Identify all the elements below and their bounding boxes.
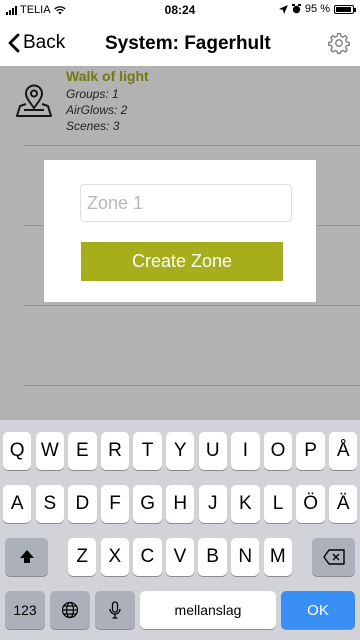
settings-button[interactable] [328, 32, 350, 59]
key-z[interactable]: Z [68, 538, 97, 576]
key-ä[interactable]: Ä [329, 485, 358, 523]
backspace-icon [322, 549, 345, 565]
key-n[interactable]: N [231, 538, 260, 576]
key-x[interactable]: X [100, 538, 129, 576]
globe-icon [61, 601, 79, 619]
key-m[interactable]: M [263, 538, 292, 576]
ok-key[interactable]: OK [281, 591, 355, 629]
back-label: Back [23, 32, 66, 53]
alarm-icon [291, 4, 301, 14]
status-bar: TELIA 08:24 95 % [0, 0, 360, 22]
key-p[interactable]: P [296, 432, 325, 470]
key-k[interactable]: K [231, 485, 260, 523]
key-ö[interactable]: Ö [296, 485, 325, 523]
space-key[interactable]: mellanslag [140, 591, 276, 629]
keyboard: QWERTYUIOPÅ ASDFGHJKLÖÄ ZXCVBNM 123 mell… [0, 420, 360, 640]
key-l[interactable]: L [263, 485, 293, 523]
key-å[interactable]: Å [329, 432, 358, 470]
status-right: 95 % [278, 3, 356, 15]
screen: TELIA 08:24 95 % Back System: Fagerhult … [0, 0, 360, 640]
key-b[interactable]: B [198, 538, 227, 576]
shift-arrow-icon [19, 550, 34, 563]
create-zone-button[interactable]: Create Zone [81, 242, 283, 281]
battery-icon [334, 4, 356, 14]
globe-key[interactable] [50, 591, 90, 629]
key-y[interactable]: Y [166, 432, 195, 470]
battery-fill [336, 6, 352, 12]
dictation-key[interactable] [95, 591, 135, 629]
key-s[interactable]: S [35, 485, 64, 523]
shift-key[interactable] [5, 538, 48, 576]
key-c[interactable]: C [133, 538, 162, 576]
key-d[interactable]: D [68, 485, 97, 523]
gear-icon [328, 32, 350, 54]
location-arrow-icon [278, 4, 288, 14]
nav-bar: Back System: Fagerhult [0, 22, 360, 68]
delete-key[interactable] [312, 538, 355, 576]
key-h[interactable]: H [166, 485, 195, 523]
key-g[interactable]: G [133, 485, 162, 523]
key-j[interactable]: J [198, 485, 227, 523]
key-a[interactable]: A [3, 485, 32, 523]
key-q[interactable]: Q [3, 432, 32, 470]
battery-percent: 95 % [304, 3, 330, 15]
key-w[interactable]: W [35, 432, 64, 470]
back-button[interactable]: Back [8, 32, 65, 54]
key-r[interactable]: R [100, 432, 130, 470]
key-t[interactable]: T [133, 432, 162, 470]
microphone-icon [109, 601, 121, 619]
create-zone-dialog: Create Zone [44, 160, 316, 302]
key-o[interactable]: O [263, 432, 293, 470]
key-v[interactable]: V [165, 538, 195, 576]
page-title: System: Fagerhult [105, 33, 271, 54]
zone-name-input[interactable] [80, 184, 292, 222]
key-e[interactable]: E [68, 432, 97, 470]
key-u[interactable]: U [198, 432, 227, 470]
numbers-key[interactable]: 123 [5, 591, 45, 629]
key-i[interactable]: I [231, 432, 260, 470]
key-f[interactable]: F [100, 485, 130, 523]
chevron-left-icon [8, 33, 20, 53]
